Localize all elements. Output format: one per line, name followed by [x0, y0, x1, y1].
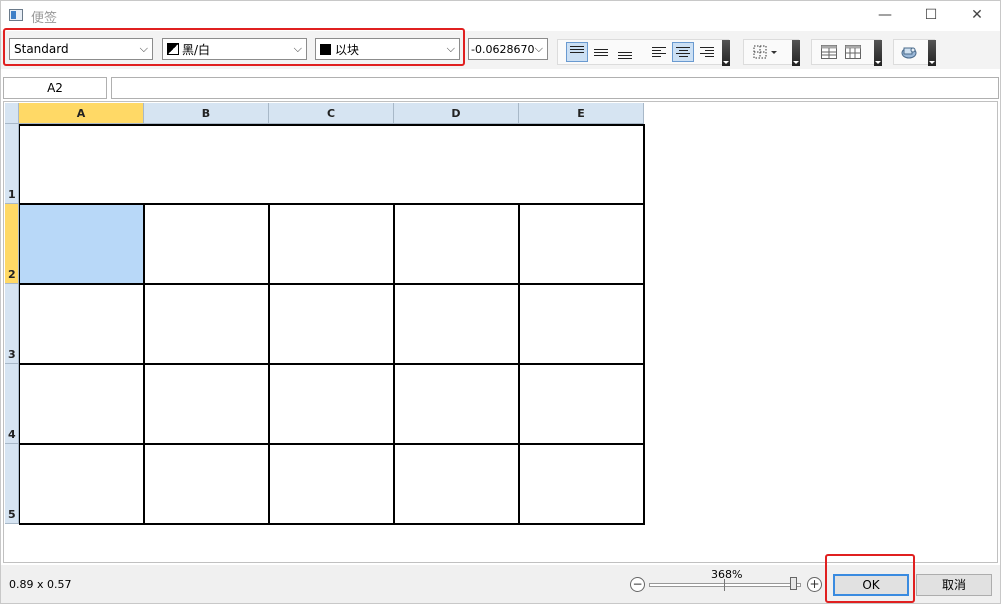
- table-cell-b3[interactable]: [145, 285, 270, 365]
- table-cell-e2[interactable]: [520, 205, 645, 285]
- column-header-a[interactable]: A: [19, 103, 144, 124]
- column-header-e[interactable]: E: [519, 103, 644, 124]
- cancel-button[interactable]: 取消: [916, 574, 992, 596]
- chevron-down-icon: ⌵: [534, 42, 543, 55]
- column-header-d[interactable]: D: [394, 103, 519, 124]
- angle-select[interactable]: -0.0628670 ⌵: [468, 38, 548, 60]
- align-left-icon[interactable]: [648, 42, 670, 62]
- close-button[interactable]: ✕: [954, 1, 1000, 29]
- table-cell-e4[interactable]: [520, 365, 645, 445]
- table-cell-d2[interactable]: [395, 205, 520, 285]
- block-select[interactable]: 以块 ⌵: [315, 38, 460, 60]
- align-top-icon[interactable]: [566, 42, 588, 62]
- select-all-corner[interactable]: [5, 103, 19, 124]
- formula-input[interactable]: [111, 77, 999, 99]
- table-size-label: 0.89 x 0.57: [9, 578, 72, 591]
- table-cell-b5[interactable]: [145, 445, 270, 525]
- toolbar-overflow-icon[interactable]: [722, 40, 730, 66]
- table-cell-d4[interactable]: [395, 365, 520, 445]
- row-header-3[interactable]: 3: [5, 284, 19, 364]
- zoom-in-icon[interactable]: +: [807, 577, 822, 592]
- row-header-label: 1: [8, 188, 16, 201]
- table-cell-e3[interactable]: [520, 285, 645, 365]
- angle-value: -0.0628670: [471, 42, 535, 56]
- row-header-label: 4: [8, 428, 16, 441]
- zoom-center-tick: [724, 579, 725, 591]
- zoom-percentage: 368%: [711, 568, 743, 581]
- column-header-c[interactable]: C: [269, 103, 394, 124]
- align-bottom-icon[interactable]: [614, 42, 636, 62]
- cell-reference-box[interactable]: A2: [3, 77, 107, 99]
- color-select[interactable]: 黑/白 ⌵: [162, 38, 307, 60]
- table-cell-b2[interactable]: [145, 205, 270, 285]
- table-cell-c4[interactable]: [270, 365, 395, 445]
- zoom-slider-track[interactable]: [649, 583, 801, 587]
- align-middle-icon[interactable]: [590, 42, 612, 62]
- table-cell-a1-merged[interactable]: [19, 124, 645, 205]
- status-bar: 0.89 x 0.57 368% − + OK 取消: [1, 554, 1000, 603]
- format-toolbar: Standard ⌵ 黑/白 ⌵ 以块 ⌵ -0.0628670 ⌵: [1, 28, 1000, 69]
- align-right-icon[interactable]: [696, 42, 718, 62]
- table-style-group: [893, 39, 936, 66]
- row-header-5[interactable]: 5: [5, 444, 19, 524]
- borders-icon[interactable]: [750, 42, 782, 62]
- table-cell-a5[interactable]: [19, 445, 145, 525]
- row-header-label: 2: [8, 268, 16, 281]
- minimize-button[interactable]: —: [862, 1, 908, 29]
- zoom-slider-thumb[interactable]: [789, 577, 797, 590]
- row-header-2[interactable]: 2: [5, 204, 19, 284]
- table-cell-a2[interactable]: [19, 205, 145, 285]
- window-title: 便签: [31, 11, 58, 26]
- table-cell-b4[interactable]: [145, 365, 270, 445]
- table-cell-c3[interactable]: [270, 285, 395, 365]
- alignment-group: [557, 39, 730, 66]
- title-bar: 便签 — ☐ ✕: [1, 1, 1000, 29]
- maximize-button[interactable]: ☐: [908, 1, 954, 29]
- toolbar-overflow-icon[interactable]: [874, 40, 882, 66]
- insert-columns-icon[interactable]: [842, 42, 864, 62]
- app-icon: [9, 9, 23, 21]
- align-center-icon[interactable]: [672, 42, 694, 62]
- toolbar-overflow-icon[interactable]: [928, 40, 936, 66]
- rows-columns-group: [811, 39, 882, 66]
- chevron-down-icon: ⌵: [139, 42, 148, 55]
- text-style-select[interactable]: Standard ⌵: [9, 38, 153, 60]
- row-header-label: 5: [8, 508, 16, 521]
- black-white-swatch-icon: [167, 43, 179, 55]
- table-style-icon[interactable]: [898, 42, 920, 62]
- column-header-b[interactable]: B: [144, 103, 269, 124]
- zoom-out-icon[interactable]: −: [630, 577, 645, 592]
- table-cell-e5[interactable]: [520, 445, 645, 525]
- text-style-value: Standard: [14, 42, 69, 56]
- ok-button[interactable]: OK: [833, 574, 909, 596]
- insert-rows-icon[interactable]: [818, 42, 840, 62]
- chevron-down-icon: ⌵: [446, 42, 455, 55]
- table-cell-d5[interactable]: [395, 445, 520, 525]
- table-grid: A B C D E 1 2 3 4 5: [3, 101, 998, 563]
- color-value: 黑/白: [182, 42, 211, 57]
- table-cell-d3[interactable]: [395, 285, 520, 365]
- table-cell-a4[interactable]: [19, 365, 145, 445]
- borders-group: [743, 39, 800, 66]
- row-header-4[interactable]: 4: [5, 364, 19, 444]
- chevron-down-icon: ⌵: [293, 42, 302, 55]
- table-cell-a3[interactable]: [19, 285, 145, 365]
- row-header-1[interactable]: 1: [5, 124, 19, 204]
- block-value: 以块: [335, 42, 360, 57]
- note-dialog-window: 便签 — ☐ ✕ Standard ⌵ 黑/白 ⌵ 以块 ⌵ -0.062867…: [0, 0, 1001, 604]
- toolbar-overflow-icon[interactable]: [792, 40, 800, 66]
- table-cell-c5[interactable]: [270, 445, 395, 525]
- table-cell-c2[interactable]: [270, 205, 395, 285]
- black-swatch-icon: [320, 43, 331, 55]
- row-header-label: 3: [8, 348, 16, 361]
